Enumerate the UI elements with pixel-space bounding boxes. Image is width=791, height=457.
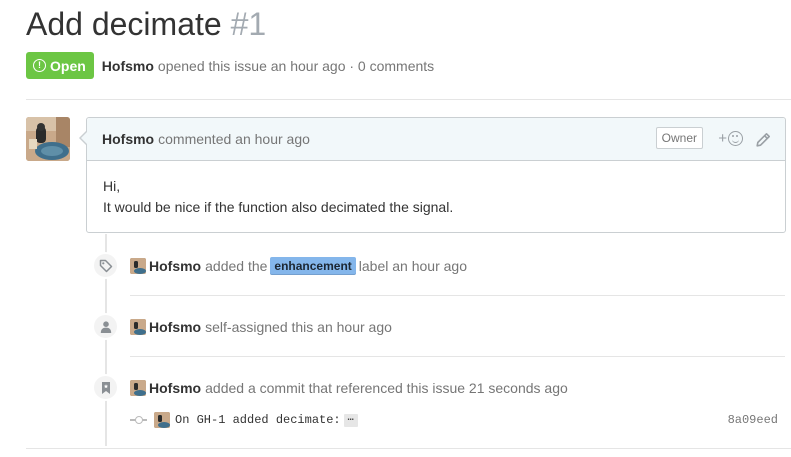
- divider: [130, 295, 785, 296]
- state-label: Open: [50, 57, 86, 74]
- issue-summary: opened this issue an hour ago · 0 commen…: [157, 57, 435, 74]
- git-commit-icon: [130, 414, 147, 426]
- comment-timestamp[interactable]: commented an hour ago: [158, 131, 310, 147]
- issue-number: #1: [230, 6, 267, 42]
- smiley-icon: [728, 131, 743, 146]
- issue-opened-icon: !: [33, 59, 46, 72]
- comment-line-1: Hi,: [103, 178, 121, 194]
- reaction-plus: +: [718, 130, 727, 147]
- enhancement-label[interactable]: enhancement: [270, 257, 356, 275]
- state-badge: ! Open: [26, 52, 94, 79]
- assign-event: Hofsmo self-assigned this an hour ago: [130, 317, 392, 337]
- divider: [26, 448, 791, 449]
- issue-meta: ! Open Hofsmo opened this issue an hour …: [26, 52, 434, 79]
- label-event: Hofsmo added the enhancement label an ho…: [130, 256, 467, 276]
- event-author-link[interactable]: Hofsmo: [149, 258, 201, 274]
- add-reaction-button[interactable]: +: [718, 130, 743, 147]
- issue-title: Add decimate #1: [26, 6, 266, 43]
- event-avatar[interactable]: [130, 380, 146, 396]
- event-text: added a commit that referenced this issu…: [205, 380, 568, 396]
- divider: [26, 99, 791, 100]
- commit-sha-link[interactable]: 8a09eed: [728, 413, 778, 427]
- commit-event: Hofsmo added a commit that referenced th…: [130, 378, 568, 398]
- comment-line-2: It would be nice if the function also de…: [103, 199, 454, 215]
- commit-message-link[interactable]: On GH-1 added decimate:: [175, 413, 341, 427]
- comment-author-link[interactable]: Hofsmo: [102, 131, 154, 147]
- comment-header: Hofsmo commented an hour ago Owner +: [87, 118, 785, 161]
- commit-row: On GH-1 added decimate: … 8a09eed: [130, 410, 785, 430]
- tag-badge: [92, 252, 119, 279]
- bookmark-icon: [101, 381, 110, 394]
- comment-box: Hofsmo commented an hour ago Owner + Hi,…: [79, 117, 786, 233]
- comment-body: Hi, It would be nice if the function als…: [87, 161, 785, 218]
- pencil-icon[interactable]: [755, 132, 771, 148]
- event-author-link[interactable]: Hofsmo: [149, 319, 201, 335]
- event-author-link[interactable]: Hofsmo: [149, 380, 201, 396]
- tag-icon: [99, 259, 112, 272]
- event-text: self-assigned this an hour ago: [205, 319, 392, 335]
- event-avatar[interactable]: [130, 258, 146, 274]
- comment-avatar[interactable]: [26, 117, 70, 161]
- event-avatar[interactable]: [130, 319, 146, 335]
- event-text-pre: added the: [205, 258, 268, 274]
- commit-author-avatar[interactable]: [154, 412, 170, 428]
- owner-badge: Owner: [655, 127, 703, 149]
- person-badge: [92, 313, 119, 340]
- bookmark-badge: [92, 374, 119, 401]
- person-icon: [100, 320, 111, 333]
- issue-title-text: Add decimate: [26, 6, 222, 42]
- divider: [130, 356, 785, 357]
- expand-commit-button[interactable]: …: [343, 413, 358, 427]
- issue-author-link[interactable]: Hofsmo: [102, 58, 154, 74]
- event-text-post: label an hour ago: [358, 258, 467, 274]
